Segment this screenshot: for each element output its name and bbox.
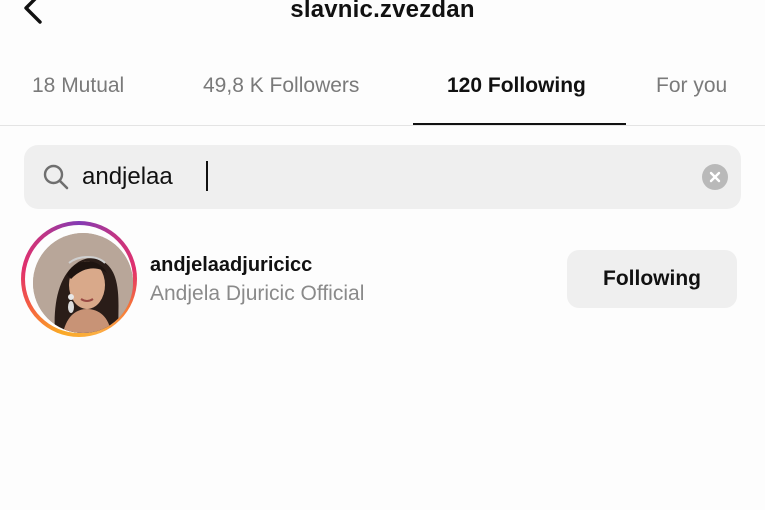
clear-search-button[interactable] <box>702 164 728 190</box>
story-ring[interactable] <box>21 221 137 337</box>
search-input[interactable] <box>82 157 682 197</box>
following-screen: slavnic.zvezdan 18 Mutual 49,8 K Followe… <box>0 0 765 510</box>
avatar-image <box>33 233 133 333</box>
active-tab-indicator <box>413 123 626 125</box>
search-icon <box>43 164 69 190</box>
result-full-name: Andjela Djuricic Official <box>150 282 365 305</box>
result-username: andjelaadjuricicc <box>150 254 313 276</box>
clear-icon <box>709 171 721 183</box>
tab-for-you[interactable]: For you <box>656 74 727 98</box>
following-button[interactable]: Following <box>567 250 737 308</box>
tab-following[interactable]: 120 Following <box>447 74 586 98</box>
search-bar[interactable] <box>24 145 741 209</box>
list-item[interactable]: andjelaadjuricicc Andjela Djuricic Offic… <box>0 218 765 338</box>
tab-bar: 18 Mutual 49,8 K Followers 120 Following… <box>0 60 765 126</box>
text-cursor <box>206 161 208 191</box>
avatar <box>33 233 133 333</box>
header: slavnic.zvezdan <box>0 0 765 30</box>
page-title: slavnic.zvezdan <box>290 0 475 23</box>
tab-mutual[interactable]: 18 Mutual <box>32 74 124 98</box>
tab-followers[interactable]: 49,8 K Followers <box>203 74 359 98</box>
